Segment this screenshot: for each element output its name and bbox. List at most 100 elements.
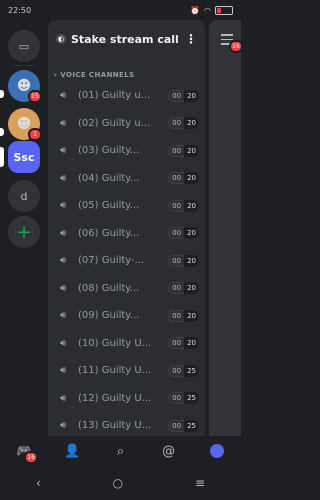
server-name: Stake stream call — [71, 32, 179, 46]
back-icon[interactable]: ‹ — [36, 476, 41, 490]
recents-icon[interactable]: ≡ — [195, 476, 205, 490]
add-server-button[interactable]: + — [8, 216, 40, 248]
user-limit: 20 — [184, 282, 199, 295]
speaker-icon: 🔊︎ — [60, 310, 67, 322]
rail-divider — [14, 65, 34, 66]
channel-name: (03) Guilty... — [78, 145, 140, 157]
tab-mentions[interactable]: @ — [159, 441, 179, 461]
user-limit-badge: 00 25 — [168, 419, 199, 432]
battery-icon — [215, 5, 233, 15]
user-limit-badge: 00 20 — [168, 337, 199, 350]
user-limit-badge: 00 20 — [168, 199, 199, 212]
server-icon-2[interactable]: ☻ 1 — [8, 108, 42, 141]
selected-pill — [0, 147, 4, 167]
more-options-icon[interactable]: ⋮ — [185, 32, 197, 46]
tab-search[interactable]: ⌕ — [110, 441, 130, 461]
channel-name: (05) Guilty... — [78, 200, 140, 212]
user-count: 00 — [168, 282, 185, 295]
channel-list: 🔊︎ (01) Guilty u... 00 20 🔊︎ (02) Guilty u...… — [48, 82, 205, 436]
user-count: 00 — [168, 254, 185, 267]
tab-home[interactable]: 🎮 16 — [14, 441, 39, 464]
speaker-icon: 🔊︎ — [60, 255, 67, 267]
voice-channel[interactable]: 🔊︎ (03) Guilty... 00 20 — [48, 137, 205, 165]
voice-channel[interactable]: 🔊︎ (09) Guilty... 00 20 — [48, 302, 205, 330]
channel-name: (08) Guilty... — [78, 282, 140, 294]
speaker-icon: 🔊︎ — [60, 117, 67, 129]
user-count: 00 — [168, 117, 185, 130]
speaker-icon: 🔊︎ — [60, 145, 67, 157]
voice-channel[interactable]: 🔊︎ (08) Guilty... 00 20 — [48, 275, 205, 303]
channel-name: (07) Guilty-... — [78, 255, 145, 267]
search-icon: ⌕ — [116, 443, 125, 459]
tab-friends[interactable]: 👤 — [62, 441, 82, 461]
server-icon-1[interactable]: ☻ 15 — [8, 70, 42, 103]
user-limit-badge: 00 20 — [168, 117, 199, 130]
server-badge-icon: ◐ — [56, 34, 66, 44]
channel-name: (06) Guilty... — [78, 227, 140, 239]
user-limit: 20 — [184, 254, 199, 267]
category-voice-channels[interactable]: › VOICE CHANNELS — [48, 68, 205, 82]
speaker-icon: 🔊︎ — [60, 420, 67, 432]
channel-name: (09) Guilty... — [78, 310, 140, 322]
speaker-icon: 🔊︎ — [60, 90, 67, 102]
home-badge: 16 — [24, 451, 39, 464]
user-count: 00 — [168, 172, 185, 185]
user-limit: 20 — [184, 199, 199, 212]
user-limit-badge: 00 25 — [168, 364, 199, 377]
channel-name: (10) Guilty U... — [78, 337, 152, 349]
channel-panel: ◐ Stake stream call ⋮ › VOICE CHANNELS 🔊… — [48, 20, 205, 436]
unread-pill — [0, 128, 4, 136]
voice-channel[interactable]: 🔊︎ (06) Guilty... 00 20 — [48, 220, 205, 248]
voice-channel[interactable]: 🔊︎ (12) Guilty U... 00 25 — [48, 385, 205, 413]
voice-channel[interactable]: 🔊︎ (13) Guilty U... 00 25 — [48, 412, 205, 436]
server-header[interactable]: ◐ Stake stream call ⋮ — [48, 20, 205, 58]
avatar — [209, 444, 224, 458]
voice-channel[interactable]: 🔊︎ (05) Guilty... 00 20 — [48, 192, 205, 220]
notification-badge: 16 — [229, 40, 243, 53]
alarm-icon: ⏰ — [190, 5, 201, 15]
voice-channel[interactable]: 🔊︎ (11) Guilty U... 00 25 — [48, 357, 205, 385]
user-limit-badge: 00 20 — [168, 309, 199, 322]
at-icon: @ — [162, 443, 176, 459]
voice-channel[interactable]: 🔊︎ (07) Guilty-... 00 20 — [48, 247, 205, 275]
user-limit-badge: 00 20 — [168, 254, 199, 267]
status-bar: 22:50 ⏰ ◠ — [0, 0, 241, 20]
user-limit-badge: 00 20 — [168, 89, 199, 102]
mention-badge: 1 — [28, 128, 42, 141]
user-limit: 25 — [184, 392, 199, 405]
status-time: 22:50 — [8, 5, 32, 15]
home-circle-icon[interactable]: ○ — [113, 476, 123, 490]
server-rail: ▭ ☻ 15 ☻ 1 Ssc d + — [0, 20, 48, 436]
user-count: 00 — [168, 309, 185, 322]
user-count: 00 — [168, 392, 185, 405]
chat-peek[interactable]: 16 — [209, 20, 243, 436]
server-icon-selected[interactable]: Ssc — [8, 141, 40, 173]
user-count: 00 — [168, 89, 185, 102]
user-count: 00 — [168, 144, 185, 157]
direct-messages-button[interactable]: ▭ — [8, 30, 40, 62]
user-limit-badge: 00 25 — [168, 392, 199, 405]
voice-channel[interactable]: 🔊︎ (01) Guilty u... 00 20 — [48, 82, 205, 110]
speaker-icon: 🔊︎ — [60, 200, 67, 212]
user-limit: 20 — [184, 144, 199, 157]
channel-name: (04) Guilty... — [78, 172, 140, 184]
server-icon-4[interactable]: d — [8, 180, 40, 212]
channel-name: (02) Guilty u... — [78, 117, 151, 129]
user-limit: 20 — [184, 309, 199, 322]
bottom-tab-bar: 🎮 16 👤 ⌕ @ — [0, 436, 241, 466]
user-limit-badge: 00 20 — [168, 172, 199, 185]
channel-name: (13) Guilty U... — [78, 420, 152, 432]
system-nav-bar: ‹ ○ ≡ — [0, 466, 241, 500]
user-limit: 20 — [184, 227, 199, 240]
unread-pill — [0, 90, 4, 98]
voice-channel[interactable]: 🔊︎ (10) Guilty U... 00 20 — [48, 330, 205, 358]
user-count: 00 — [168, 199, 185, 212]
voice-channel[interactable]: 🔊︎ (04) Guilty... 00 20 — [48, 165, 205, 193]
voice-channel[interactable]: 🔊︎ (02) Guilty u... 00 20 — [48, 110, 205, 138]
chat-bubble-icon: ▭ — [18, 39, 30, 53]
tab-profile[interactable] — [207, 441, 227, 461]
mention-badge: 15 — [28, 90, 42, 103]
user-count: 00 — [168, 337, 185, 350]
user-limit-badge: 00 20 — [168, 282, 199, 295]
channel-name: (01) Guilty u... — [78, 90, 151, 102]
